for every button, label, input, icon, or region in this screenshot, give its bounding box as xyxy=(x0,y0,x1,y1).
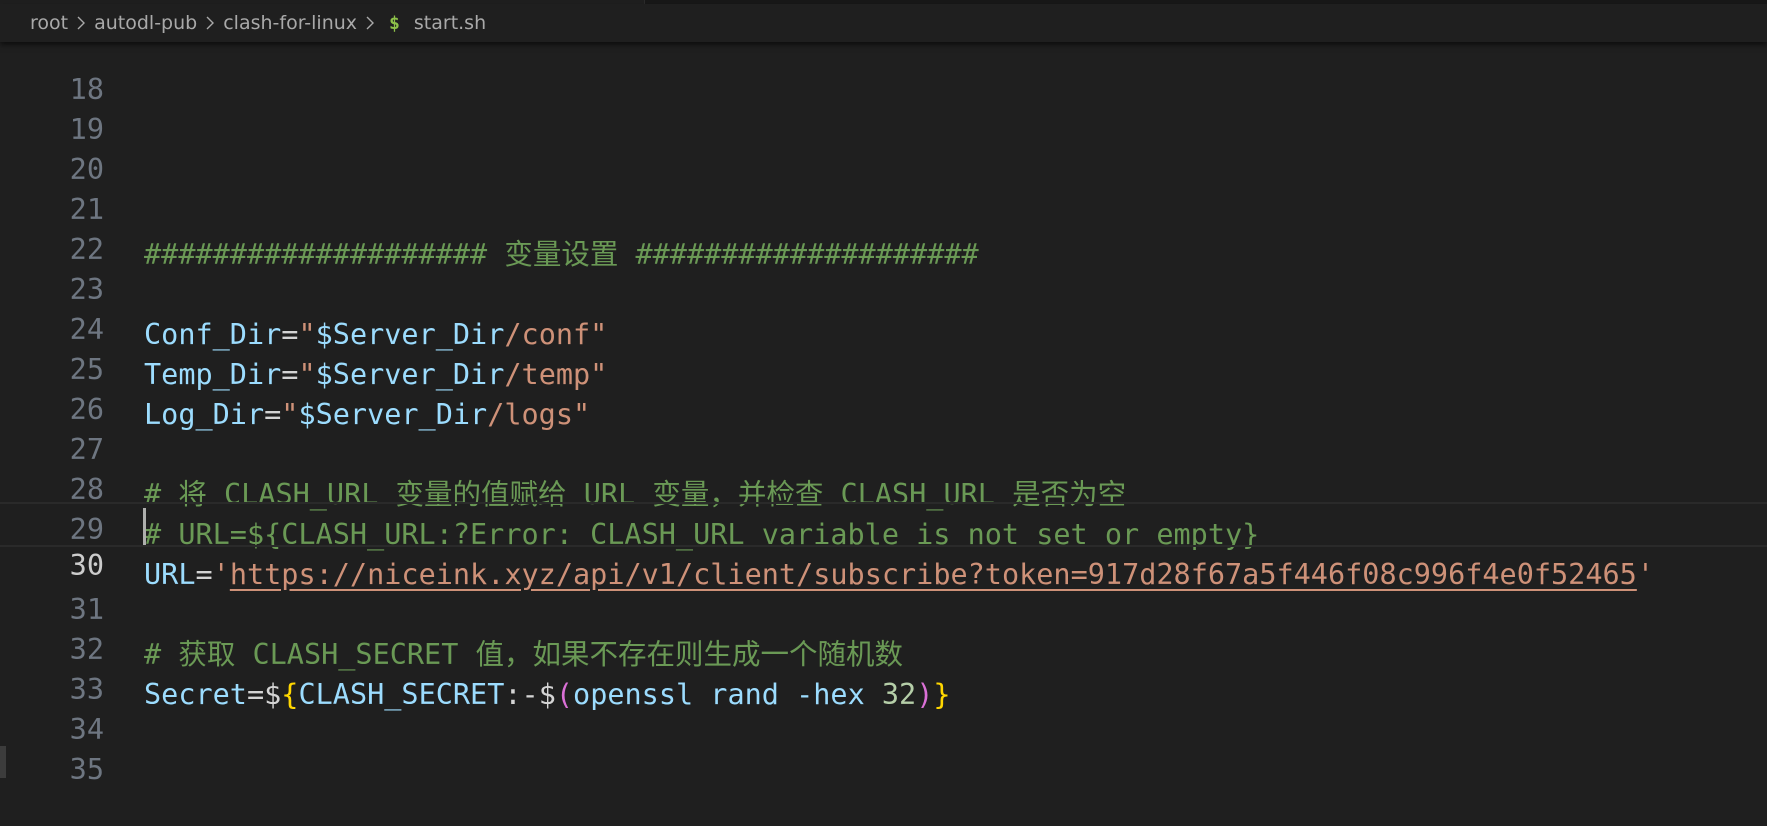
code-line-current[interactable]: 30 xyxy=(0,502,1767,582)
code-line[interactable]: 19 xyxy=(0,62,1767,146)
editor-window: root autodl-pub clash-for-linux $ start.… xyxy=(0,0,1767,826)
code-line[interactable]: 27 # 将 CLASH_URL 变量的值赋给 URL 变量，并检查 CLASH… xyxy=(0,382,1767,511)
code-line[interactable]: 34 xyxy=(0,662,1767,746)
vertical-scrollbar[interactable] xyxy=(1753,42,1767,826)
code-line[interactable]: 23 Conf_Dir="$Server_Dir/conf" xyxy=(0,222,1767,351)
breadcrumb-item-root[interactable]: root xyxy=(30,12,68,34)
gutter-marker xyxy=(0,746,6,778)
line-number: 35 xyxy=(69,753,104,786)
code-line[interactable]: 22 xyxy=(0,182,1767,266)
code-line[interactable]: 28 # URL=${CLASH_URL:?Error: CLASH_URL v… xyxy=(0,422,1767,551)
code-line[interactable]: 26 xyxy=(0,342,1767,426)
code-line[interactable]: 32 Secret=${CLASH_SECRET:-$(openssl rand… xyxy=(0,582,1767,711)
breadcrumb-item-autodl-pub[interactable]: autodl-pub xyxy=(94,12,197,34)
code-line[interactable]: 31 # 获取 CLASH_SECRET 值，如果不存在则生成一个随机数 xyxy=(0,542,1767,671)
code-line[interactable]: 21 #################### 变量设置 ###########… xyxy=(0,142,1767,271)
code-line[interactable]: 20 xyxy=(0,102,1767,186)
chevron-right-icon xyxy=(366,16,375,30)
code-line[interactable]: 35 xyxy=(0,702,1767,786)
chevron-right-icon xyxy=(206,16,215,30)
chevron-right-icon xyxy=(77,16,86,30)
code-editor[interactable]: 18 19 20 21 #################### 变量设置 ##… xyxy=(0,22,1767,826)
shell-file-icon: $ xyxy=(389,12,400,34)
text-cursor xyxy=(143,508,146,545)
breadcrumb: root autodl-pub clash-for-linux $ start.… xyxy=(0,4,1767,42)
breadcrumb-item-file[interactable]: start.sh xyxy=(414,12,486,34)
code-line[interactable]: 24 Temp_Dir="$Server_Dir/temp" xyxy=(0,262,1767,391)
breadcrumb-item-clash-for-linux[interactable]: clash-for-linux xyxy=(223,12,357,34)
code-line[interactable]: 33 xyxy=(0,622,1767,706)
code-line[interactable]: 25 Log_Dir="$Server_Dir/logs" xyxy=(0,302,1767,431)
code-line[interactable]: 29 URL='https://niceink.xyz/api/v1/clien… xyxy=(0,462,1767,591)
